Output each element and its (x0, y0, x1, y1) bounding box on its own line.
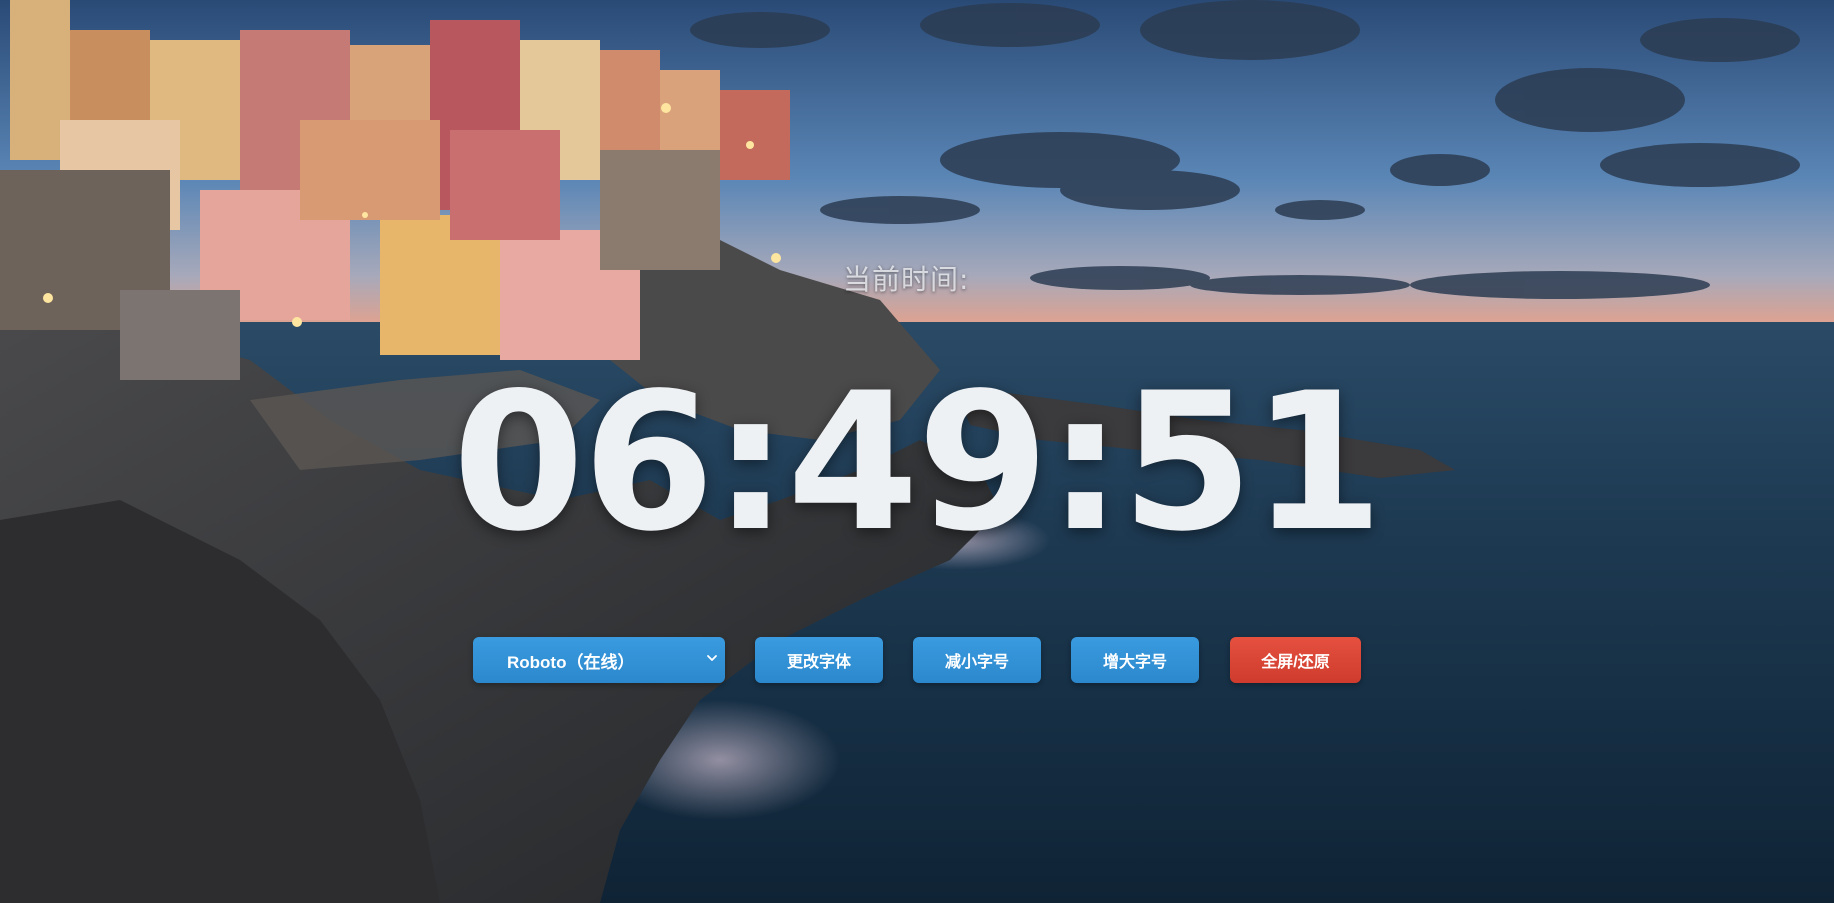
clock-display: 06:49:51 (452, 352, 1383, 573)
current-time-label: 当前时间: (843, 263, 970, 296)
clock-page: 当前时间: 06:49:51 Roboto（在线） 更改字体 减小字号 增大字号… (0, 0, 1834, 903)
clock-controls: Roboto（在线） 更改字体 减小字号 增大字号 全屏/还原 (473, 637, 1361, 683)
fullscreen-toggle-button[interactable]: 全屏/还原 (1230, 637, 1361, 683)
font-select[interactable]: Roboto（在线） (473, 637, 725, 683)
font-select-value: Roboto（在线） (507, 652, 635, 672)
chevron-down-icon (707, 655, 717, 661)
decrease-font-size-button[interactable]: 减小字号 (913, 637, 1041, 683)
change-font-button[interactable]: 更改字体 (755, 637, 883, 683)
increase-font-size-button[interactable]: 增大字号 (1071, 637, 1199, 683)
